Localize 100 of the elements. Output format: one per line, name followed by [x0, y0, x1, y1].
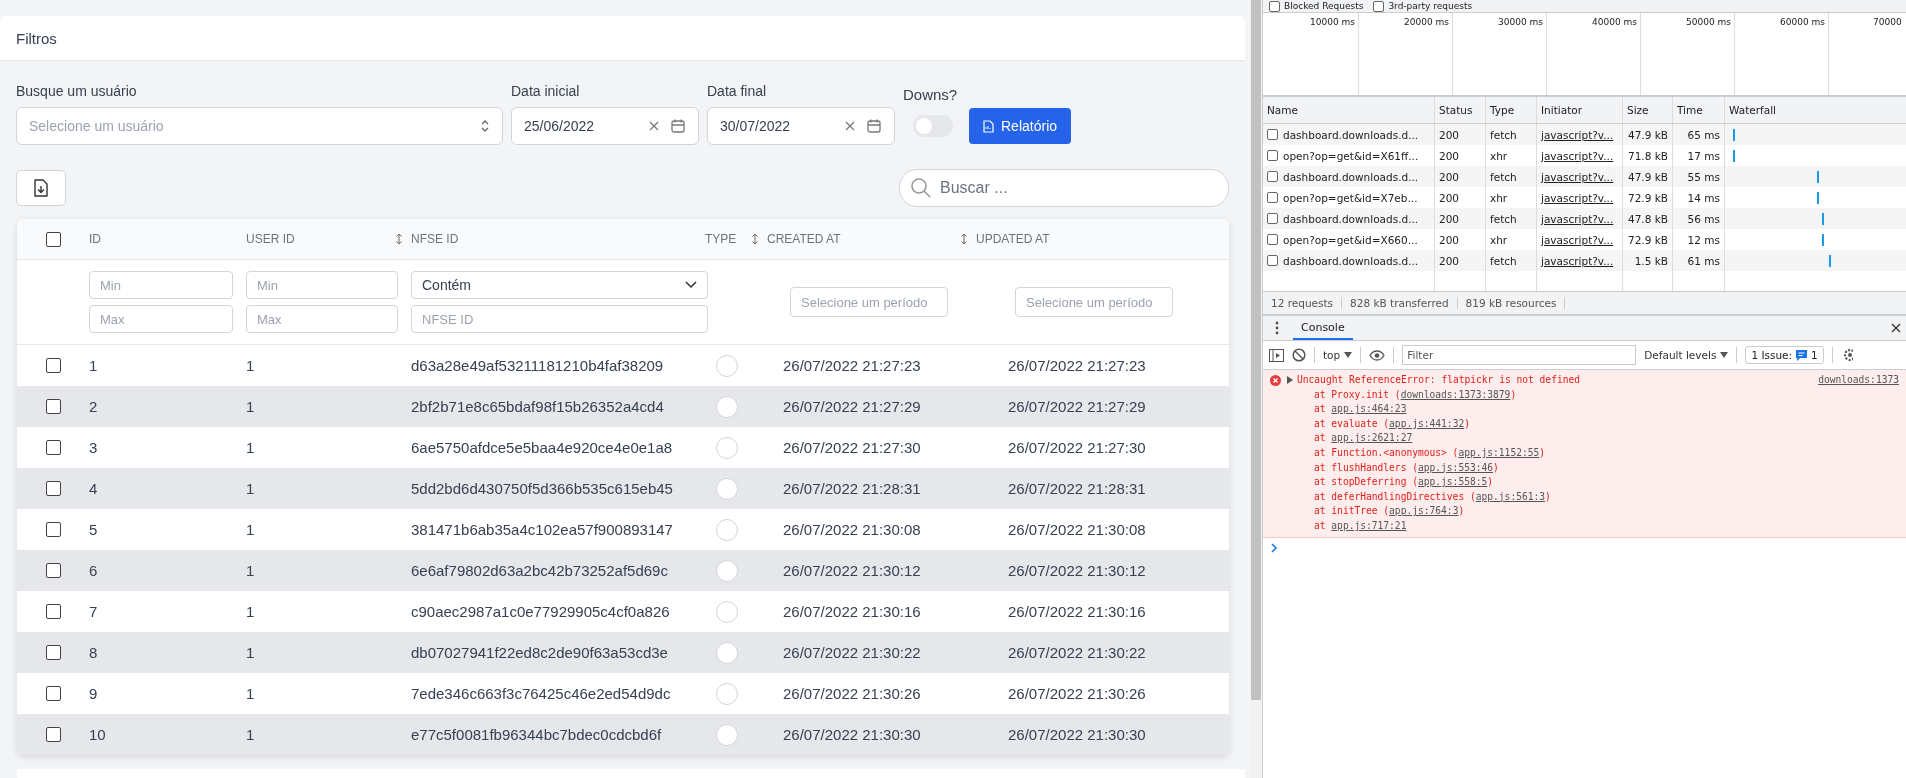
- row-checkbox[interactable]: [45, 686, 61, 701]
- sort-icon[interactable]: [751, 233, 759, 245]
- sidebar-icon[interactable]: [1269, 348, 1284, 362]
- row-checkbox[interactable]: [45, 727, 61, 742]
- table-cell: 26/07/2022 21:30:26: [783, 685, 921, 702]
- table-cell: 26/07/2022 21:27:23: [1008, 357, 1146, 374]
- table-cell: 5: [89, 521, 98, 538]
- checkbox[interactable]: [1269, 0, 1280, 12]
- column-header[interactable]: Initiator: [1541, 104, 1582, 116]
- table-cell: 26/07/2022 21:30:30: [1008, 726, 1146, 743]
- source-link[interactable]: app.js:558:5: [1417, 476, 1488, 488]
- clear-console-icon[interactable]: [1292, 348, 1306, 362]
- column-header[interactable]: ID: [89, 232, 101, 246]
- column-header[interactable]: CREATED AT: [767, 232, 841, 246]
- request-name[interactable]: open?op=get&id=X660...: [1283, 233, 1418, 246]
- expand-triangle-icon[interactable]: [1287, 376, 1293, 385]
- request-name[interactable]: open?op=get&id=X7eb...: [1283, 191, 1418, 204]
- table-cell: xhr: [1490, 233, 1508, 246]
- sort-icon[interactable]: [395, 233, 403, 245]
- initiator-link[interactable]: javascript?v...: [1541, 233, 1614, 246]
- column-header[interactable]: Size: [1627, 104, 1649, 116]
- table-cell: 3: [89, 439, 98, 456]
- scrollbar-thumb[interactable]: [1251, 0, 1261, 700]
- match-select[interactable]: Contém: [411, 271, 708, 299]
- source-link[interactable]: app.js:464:23: [1331, 403, 1407, 415]
- stack-frame: at stopDeferring (app.js:558:5): [1270, 475, 1899, 490]
- context-select[interactable]: top: [1323, 349, 1353, 361]
- table-cell: 26/07/2022 21:30:26: [1008, 685, 1146, 702]
- source-link[interactable]: app.js:717:21: [1331, 519, 1407, 531]
- stack-frame: at flushHandlers (app.js:553:46): [1270, 460, 1899, 476]
- source-link[interactable]: app.js:764:3: [1389, 505, 1459, 517]
- table-cell: 4: [89, 480, 98, 497]
- column-header[interactable]: Name: [1267, 104, 1298, 116]
- row-checkbox[interactable]: [45, 522, 61, 537]
- levels-select[interactable]: Default levels: [1644, 349, 1729, 361]
- more-options-icon[interactable]: [1275, 321, 1279, 335]
- checkbox[interactable]: [1373, 0, 1385, 12]
- initiator-link[interactable]: javascript?v...: [1541, 128, 1614, 141]
- source-link[interactable]: app.js:441:32: [1389, 417, 1465, 429]
- issues-button[interactable]: 1 Issue: 1: [1745, 346, 1824, 364]
- source-link[interactable]: app.js:1152:55: [1458, 446, 1540, 458]
- source-link[interactable]: downloads:1373:3879: [1400, 388, 1511, 400]
- table-cell: 65 ms: [1687, 128, 1720, 141]
- request-name[interactable]: dashboard.downloads.d...: [1283, 170, 1419, 183]
- table-cell: 6ae5750afdce5e5baa4e920ce4e0e1a8: [411, 439, 673, 456]
- column-header[interactable]: USER ID: [246, 232, 295, 246]
- checkbox[interactable]: [45, 231, 61, 247]
- clear-icon[interactable]: [648, 120, 660, 132]
- column-header[interactable]: NFSE ID: [411, 232, 459, 246]
- initiator-link[interactable]: javascript?v...: [1541, 191, 1614, 204]
- eye-icon[interactable]: [1369, 349, 1386, 361]
- calendar-icon[interactable]: [866, 118, 882, 134]
- download-button[interactable]: [16, 170, 66, 206]
- column-header[interactable]: Waterfall: [1729, 104, 1776, 116]
- initiator-link[interactable]: javascript?v...: [1541, 212, 1614, 225]
- column-header[interactable]: UPDATED AT: [976, 232, 1050, 246]
- row-checkbox[interactable]: [45, 481, 61, 496]
- source-link[interactable]: app.js:2621:27: [1331, 432, 1413, 444]
- column-header[interactable]: Type: [1490, 104, 1515, 116]
- initiator-link[interactable]: javascript?v...: [1541, 254, 1614, 267]
- column-header[interactable]: TYPE: [705, 232, 737, 246]
- table-cell: 5dd2bd6d430750f5d366b535c615eb45: [411, 480, 673, 497]
- table-cell: 26/07/2022 21:27:30: [1008, 439, 1146, 456]
- filter-field[interactable]: Filter: [1402, 345, 1637, 365]
- search-field[interactable]: Buscar ...: [899, 169, 1229, 207]
- table-cell: c90aec2987a1c0e77929905c4cf0a826: [411, 603, 670, 620]
- row-checkbox[interactable]: [45, 440, 61, 455]
- console-tab[interactable]: Console: [1293, 316, 1353, 340]
- row-checkbox[interactable]: [45, 399, 61, 414]
- row-checkbox[interactable]: [45, 358, 61, 373]
- date-field[interactable]: 25/06/2022: [511, 107, 699, 145]
- table-cell: 1: [246, 726, 255, 743]
- tick-label: 20000 ms: [1404, 17, 1449, 27]
- row-checkbox[interactable]: [45, 604, 61, 619]
- request-name[interactable]: dashboard.downloads.d...: [1283, 128, 1419, 141]
- request-name[interactable]: open?op=get&id=X61ff...: [1283, 149, 1419, 162]
- row-checkbox[interactable]: [45, 563, 61, 578]
- toggle-switch[interactable]: [913, 115, 953, 137]
- initiator-link[interactable]: javascript?v...: [1541, 149, 1614, 162]
- table-cell: 1: [246, 480, 255, 497]
- source-link[interactable]: app.js:553:46: [1417, 461, 1494, 473]
- table-cell: fetch: [1490, 170, 1517, 183]
- calendar-icon[interactable]: [670, 118, 686, 134]
- table-cell: 26/07/2022 21:30:12: [1008, 562, 1146, 579]
- date-field[interactable]: 30/07/2022: [707, 107, 895, 145]
- dropdown-triangle-icon: [1344, 352, 1353, 358]
- initiator-link[interactable]: javascript?v...: [1541, 170, 1614, 183]
- column-header[interactable]: Status: [1439, 104, 1473, 116]
- request-name[interactable]: dashboard.downloads.d...: [1283, 254, 1419, 267]
- sort-icon[interactable]: [960, 233, 968, 245]
- request-name[interactable]: dashboard.downloads.d...: [1283, 212, 1419, 225]
- row-icon: [1267, 150, 1278, 161]
- source-link[interactable]: downloads:1373: [1818, 373, 1899, 388]
- row-checkbox[interactable]: [45, 645, 61, 660]
- report-button[interactable]: Relatório: [969, 108, 1072, 144]
- close-icon[interactable]: [1891, 323, 1901, 333]
- source-link[interactable]: app.js:561:3: [1475, 490, 1546, 502]
- column-header[interactable]: Time: [1677, 104, 1703, 116]
- clear-icon[interactable]: [844, 120, 856, 132]
- table-cell: 2: [89, 398, 98, 415]
